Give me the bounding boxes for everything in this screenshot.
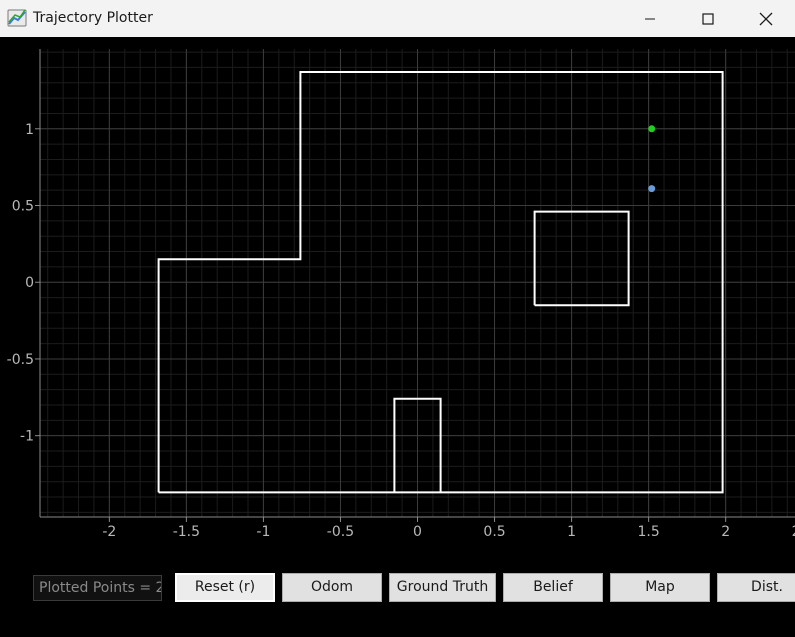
maximize-icon (702, 12, 714, 25)
y-tick-label: -1 (20, 429, 34, 445)
map-line-box-obstacle (533, 210, 630, 307)
map-button[interactable]: Map (610, 573, 710, 602)
trajectory-point-0 (648, 125, 656, 133)
close-button[interactable] (737, 0, 795, 37)
app-window: Trajectory Plotter -2 -1.5 -1 -0.5 0 0.5 1 1.5 2… (0, 0, 795, 637)
x-tick-label: -0.5 (327, 524, 354, 537)
title-bar: Trajectory Plotter (0, 0, 795, 37)
ground-truth-button[interactable]: Ground Truth (389, 573, 496, 602)
chart-app-icon (7, 9, 27, 27)
trajectory-plot[interactable]: -2 -1.5 -1 -0.5 0 0.5 1 1.5 2 2.5 1 0.5 0 -0.5 -1 (0, 37, 795, 537)
x-tick-label: -2 (102, 524, 116, 537)
reset-button[interactable]: Reset (r) (175, 573, 275, 602)
maximize-button[interactable] (679, 0, 737, 37)
odom-button[interactable]: Odom (282, 573, 382, 602)
y-tick-label: -0.5 (7, 352, 34, 368)
minimize-button[interactable] (621, 0, 679, 37)
dist-button[interactable]: Dist. (717, 573, 795, 602)
x-tick-label: 2.5 (792, 524, 795, 537)
plot-area[interactable]: -2 -1.5 -1 -0.5 0 0.5 1 1.5 2 2.5 1 0.5 0 -0.5 -1 (0, 37, 795, 537)
x-tick-label: -1 (256, 524, 270, 537)
x-tick-label: 1.5 (637, 524, 659, 537)
minimize-icon (645, 18, 655, 19)
y-tick-label: 1 (25, 122, 34, 138)
x-tick-label: -1.5 (173, 524, 200, 537)
window-title: Trajectory Plotter (33, 10, 153, 26)
trajectory-point-1 (648, 185, 656, 193)
control-bar: Plotted Points = 2 Reset (r) Odom Ground… (0, 560, 795, 620)
belief-button[interactable]: Belief (503, 573, 603, 602)
close-icon (759, 12, 773, 25)
x-tick-label: 0.5 (483, 524, 505, 537)
x-tick-label: 2 (721, 524, 730, 537)
plotted-points-counter: Plotted Points = 2 (33, 575, 162, 601)
x-tick-label: 1 (567, 524, 576, 537)
y-tick-label: 0 (25, 275, 34, 291)
y-tick-label: 0.5 (12, 199, 34, 215)
x-tick-label: 0 (413, 524, 422, 537)
